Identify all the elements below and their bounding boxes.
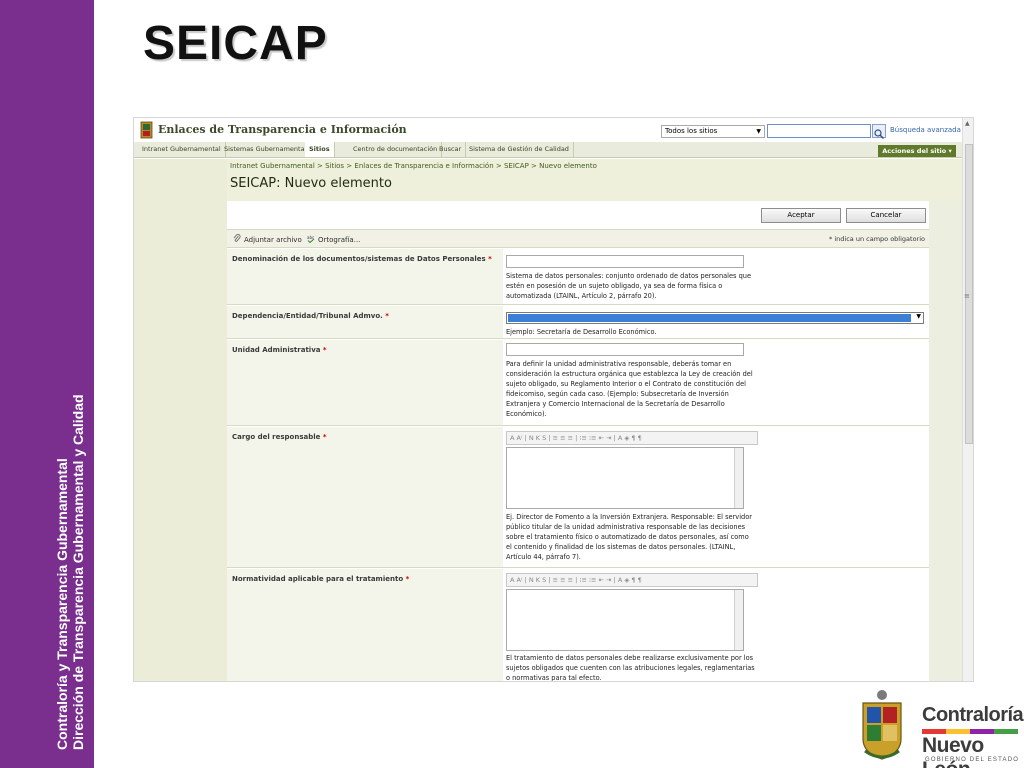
site-actions-menu[interactable]: Acciones del sitio ▾ bbox=[878, 145, 956, 157]
paperclip-icon bbox=[233, 234, 241, 242]
field-label-unidad: Unidad Administrativa * bbox=[227, 340, 503, 425]
attach-file-button[interactable]: Adjuntar archivo bbox=[233, 234, 302, 244]
required-star: * bbox=[385, 312, 389, 320]
content-header: Intranet Gubernamental > Sitios > Enlace… bbox=[227, 159, 962, 201]
top-nav: Intranet Gubernamental Sistemas Gubernam… bbox=[134, 142, 962, 158]
field-label-denominacion: Denominación de los documentos/sistemas … bbox=[227, 249, 503, 304]
advanced-search-link[interactable]: Búsqueda avanzada bbox=[890, 126, 961, 134]
right-margin bbox=[929, 159, 962, 681]
normatividad-rich-text[interactable] bbox=[506, 589, 744, 651]
field-label-text: Dependencia/Entidad/Tribunal Admvo. bbox=[232, 312, 383, 320]
scrollbar[interactable] bbox=[734, 448, 743, 508]
site-header: Enlaces de Transparencia e Información T… bbox=[134, 118, 962, 142]
chevron-down-icon: ▼ bbox=[916, 313, 921, 320]
accept-button[interactable]: Aceptar bbox=[761, 208, 841, 223]
field-help-denominacion: Sistema de datos personales: conjunto or… bbox=[506, 272, 752, 300]
form-toolbar: Adjuntar archivo abc Ortografía... * indi… bbox=[227, 229, 929, 248]
page-scrollbar[interactable]: ▲ ≡ bbox=[962, 118, 973, 681]
required-star: * bbox=[488, 255, 492, 263]
slide-title: SEICAP bbox=[143, 17, 328, 70]
nav-intranet[interactable]: Intranet Gubernamental bbox=[138, 142, 226, 157]
search-button[interactable] bbox=[872, 124, 886, 139]
field-row-denominacion: Denominación de los documentos/sistemas … bbox=[227, 249, 929, 305]
side-caption: Contraloría y Transparencia Gubernamenta… bbox=[46, 370, 86, 750]
cargo-rich-text[interactable] bbox=[506, 447, 744, 509]
search-input[interactable] bbox=[767, 124, 871, 138]
gobierno-estado-text: GOBIERNO DEL ESTADO bbox=[925, 757, 1020, 763]
side-caption-line2: Dirección de Transparencia Gubernamental… bbox=[70, 394, 86, 750]
side-caption-line1: Contraloría y Transparencia Gubernamenta… bbox=[54, 458, 70, 750]
rich-text-toolbar[interactable]: A A⁽ | N K S | ≡ ≡ ≡ | ⁝≡ ⁝≡ ⇤ ⇥ | A ◈ ¶… bbox=[506, 573, 758, 587]
cancel-button[interactable]: Cancelar bbox=[846, 208, 926, 223]
attach-file-label: Adjuntar archivo bbox=[244, 236, 302, 244]
field-label-text: Cargo del responsable bbox=[232, 433, 321, 441]
required-star: * bbox=[322, 433, 327, 441]
spelling-button[interactable]: abc Ortografía... bbox=[307, 234, 360, 244]
field-help-dependencia: Ejemplo: Secretaría de Desarrollo Económ… bbox=[506, 328, 657, 336]
field-help-unidad: Para definir la unidad administrativa re… bbox=[506, 360, 753, 418]
scrollbar[interactable] bbox=[734, 590, 743, 650]
scroll-grip-icon: ≡ bbox=[964, 292, 970, 300]
required-star: * bbox=[322, 346, 327, 354]
nav-centro-documentacion[interactable]: Centro de documentación bbox=[349, 142, 443, 157]
page-title: SEICAP: Nuevo elemento bbox=[230, 176, 392, 191]
chevron-down-icon: ▼ bbox=[756, 128, 761, 135]
denominacion-input[interactable] bbox=[506, 255, 744, 268]
field-help-normatividad: El tratamiento de datos personales debe … bbox=[506, 654, 755, 682]
nav-buscar[interactable]: Buscar bbox=[435, 142, 467, 157]
nav-sitios[interactable]: Sitios bbox=[305, 142, 335, 157]
dependencia-selected bbox=[508, 314, 911, 322]
field-label-cargo: Cargo del responsable * bbox=[227, 427, 503, 567]
sharepoint-screenshot: Enlaces de Transparencia e Información T… bbox=[133, 117, 974, 682]
scroll-up-icon[interactable]: ▲ bbox=[965, 120, 970, 127]
required-note: * indica un campo obligatorio bbox=[829, 235, 925, 243]
breadcrumb[interactable]: Intranet Gubernamental > Sitios > Enlace… bbox=[230, 162, 597, 170]
search-scope-value: Todos los sitios bbox=[665, 127, 718, 135]
search-icon bbox=[874, 129, 884, 139]
dependencia-select[interactable]: ▼ bbox=[506, 312, 924, 324]
quick-launch bbox=[134, 159, 227, 681]
field-label-dependencia: Dependencia/Entidad/Tribunal Admvo. * bbox=[227, 306, 503, 338]
unidad-input[interactable] bbox=[506, 343, 744, 356]
rich-text-toolbar[interactable]: A A⁽ | N K S | ≡ ≡ ≡ | ⁝≡ ⁝≡ ⇤ ⇥ | A ◈ ¶… bbox=[506, 431, 758, 445]
field-label-normatividad: Normatividad aplicable para el tratamien… bbox=[227, 569, 503, 681]
field-row-cargo: Cargo del responsable * A A⁽ | N K S | ≡… bbox=[227, 427, 929, 568]
site-title: Enlaces de Transparencia e Información bbox=[158, 123, 407, 136]
new-item-form: Aceptar Cancelar Adjuntar archivo abc Ort… bbox=[227, 201, 929, 682]
search-scope-select[interactable]: Todos los sitios ▼ bbox=[661, 125, 765, 138]
field-label-text: Normatividad aplicable para el tratamien… bbox=[232, 575, 404, 583]
field-label-text: Denominación de los documentos/sistemas … bbox=[232, 255, 486, 263]
field-row-unidad: Unidad Administrativa * Para definir la … bbox=[227, 340, 929, 426]
spelling-label: Ortografía... bbox=[318, 236, 361, 244]
spellcheck-icon: abc bbox=[307, 235, 315, 243]
field-label-text: Unidad Administrativa bbox=[232, 346, 321, 354]
required-star: * bbox=[405, 575, 410, 583]
field-row-normatividad: Normatividad aplicable para el tratamien… bbox=[227, 569, 929, 682]
field-help-cargo: Ej. Director de Fomento a la Inversión E… bbox=[506, 513, 752, 561]
nav-gestion-calidad[interactable]: Sistema de Gestión de Calidad bbox=[465, 142, 574, 157]
field-row-dependencia: Dependencia/Entidad/Tribunal Admvo. * ▼ … bbox=[227, 306, 929, 339]
site-logo-icon bbox=[140, 121, 153, 139]
contraloria-logo-text: Contraloría bbox=[922, 704, 1024, 726]
nuevo-leon-crest-icon bbox=[862, 690, 902, 760]
